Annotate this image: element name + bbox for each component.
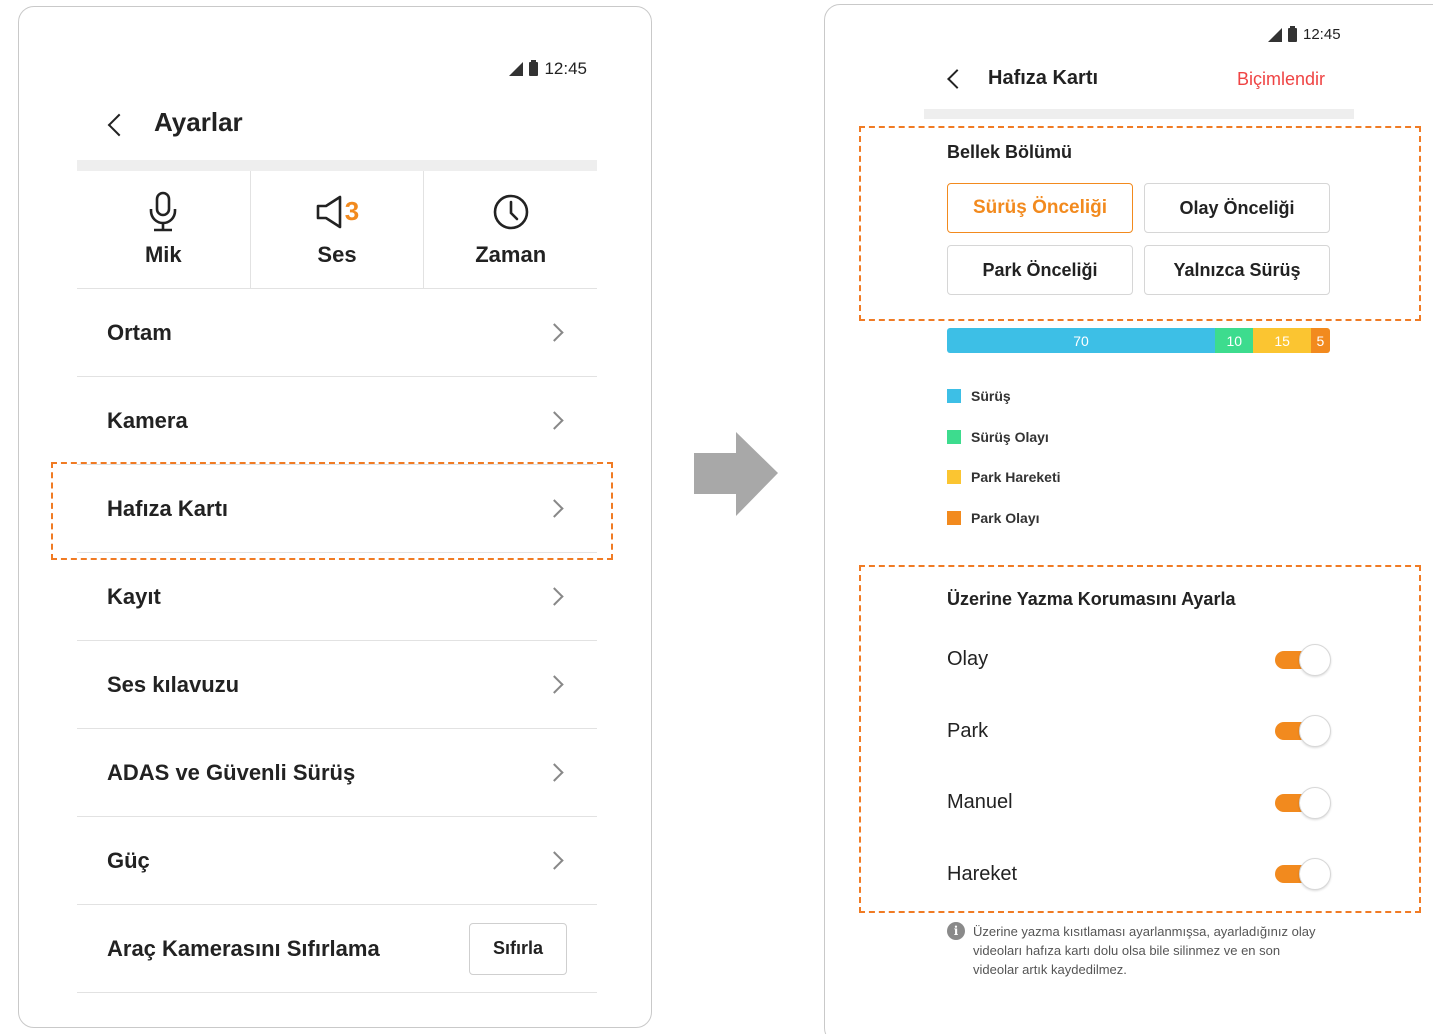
menu-item-ses-kilavuzu[interactable]: Ses kılavuzu bbox=[77, 641, 597, 729]
toggle-knob bbox=[1299, 858, 1331, 891]
legend-swatch bbox=[947, 510, 961, 525]
header-divider bbox=[77, 160, 597, 171]
menu-item-ortam[interactable]: Ortam bbox=[77, 289, 597, 377]
option-yalnizca-surus[interactable]: Yalnızca Sürüş bbox=[1144, 245, 1330, 295]
legend-swatch bbox=[947, 389, 961, 403]
format-button[interactable]: Biçimlendir bbox=[1237, 69, 1325, 90]
allocation-segment: 70 bbox=[947, 328, 1216, 353]
signal-icon bbox=[509, 62, 524, 76]
toggle-switch[interactable] bbox=[1275, 643, 1331, 676]
menu-item-label: Ortam bbox=[107, 319, 172, 345]
partition-title: Bellek Bölümü bbox=[947, 142, 1073, 162]
quick-time[interactable]: Zaman bbox=[423, 171, 597, 288]
toggle-label: Hareket bbox=[947, 862, 1018, 885]
toggle-row-park: Park bbox=[947, 696, 1331, 768]
clock-icon bbox=[491, 192, 531, 232]
menu-item-reset: Araç Kamerasını Sıfırlama Sıfırla bbox=[77, 905, 597, 993]
reset-button[interactable]: Sıfırla bbox=[469, 922, 567, 975]
arrow-right-icon bbox=[694, 432, 778, 516]
chevron-right-icon bbox=[545, 411, 564, 430]
toggle-switch[interactable] bbox=[1275, 858, 1331, 891]
legend-swatch bbox=[947, 429, 961, 444]
menu-item-label: Kamera bbox=[107, 407, 188, 433]
legend-item: Sürüş Olayı bbox=[947, 429, 1061, 445]
info-text: Üzerine yazma kısıtlaması ayarlanmışsa, … bbox=[973, 924, 1316, 977]
legend-item: Park Olayı bbox=[947, 510, 1061, 526]
chevron-right-icon bbox=[545, 763, 564, 782]
option-olay-onceligi[interactable]: Olay Önceliği bbox=[1144, 183, 1330, 233]
highlight-hafiza-karti bbox=[51, 462, 613, 560]
toggle-knob bbox=[1299, 643, 1331, 676]
toggle-label: Manuel bbox=[947, 791, 1013, 814]
speaker-group: 3 bbox=[315, 192, 359, 232]
status-bar: 12:45 bbox=[509, 59, 587, 79]
quick-mic[interactable]: Mik bbox=[77, 171, 250, 288]
legend-item: Sürüş bbox=[947, 388, 1061, 404]
highlight-partition bbox=[859, 126, 1421, 321]
chevron-right-icon bbox=[545, 323, 564, 342]
toggle-row-hareket: Hareket bbox=[947, 839, 1331, 911]
header-divider bbox=[924, 109, 1354, 119]
quick-sound[interactable]: 3 Ses bbox=[249, 171, 424, 288]
option-surus-onceligi[interactable]: Sürüş Önceliği bbox=[947, 183, 1133, 233]
settings-menu: Ortam Kamera Hafıza Kartı Kayıt Ses kıla… bbox=[77, 289, 597, 993]
toggle-switch[interactable] bbox=[1275, 786, 1331, 819]
legend-item: Park Hareketi bbox=[947, 469, 1061, 485]
allocation-segment: 5 bbox=[1310, 328, 1330, 353]
legend-label: Sürüş bbox=[971, 388, 1011, 404]
battery-icon bbox=[529, 60, 539, 76]
back-icon[interactable] bbox=[107, 113, 131, 137]
chevron-right-icon bbox=[545, 587, 564, 606]
toggle-knob bbox=[1299, 715, 1331, 748]
menu-item-label: Güç bbox=[107, 847, 150, 873]
allocation-bar: 70 10 15 5 bbox=[947, 328, 1330, 353]
protection-toggles: Olay Park Manuel Hareket bbox=[947, 624, 1331, 910]
toggle-row-olay: Olay bbox=[947, 624, 1331, 696]
speaker-icon bbox=[316, 195, 342, 228]
menu-item-kayit[interactable]: Kayıt bbox=[77, 553, 597, 641]
legend-label: Park Hareketi bbox=[971, 469, 1061, 485]
info-note: i Üzerine yazma kısıtlaması ayarlanmışsa… bbox=[947, 922, 1327, 979]
menu-item-label: Araç Kamerasını Sıfırlama bbox=[107, 935, 380, 961]
quick-settings: Mik 3 Ses Zaman bbox=[77, 171, 597, 289]
status-time: 12:45 bbox=[544, 59, 587, 78]
microphone-icon bbox=[146, 191, 180, 232]
allocation-segment: 10 bbox=[1215, 328, 1254, 353]
chevron-right-icon bbox=[545, 851, 564, 870]
signal-icon bbox=[1268, 27, 1282, 42]
toggle-row-manuel: Manuel bbox=[947, 767, 1331, 839]
menu-item-guc[interactable]: Güç bbox=[77, 817, 597, 905]
menu-item-label: Kayıt bbox=[107, 583, 161, 609]
allocation-segment: 15 bbox=[1253, 328, 1311, 353]
quick-time-label: Zaman bbox=[475, 241, 547, 267]
menu-item-label: ADAS ve Güvenli Sürüş bbox=[107, 759, 356, 785]
page-title: Ayarlar bbox=[154, 107, 243, 137]
info-icon: i bbox=[947, 922, 965, 940]
allocation-legend: Sürüş Sürüş Olayı Park Hareketi Park Olayı bbox=[947, 388, 1061, 550]
legend-swatch bbox=[947, 470, 961, 484]
toggle-label: Park bbox=[947, 719, 989, 742]
status-time: 12:45 bbox=[1303, 26, 1341, 43]
option-park-onceligi[interactable]: Park Önceliği bbox=[947, 245, 1133, 295]
page-title: Hafıza Kartı bbox=[988, 67, 1099, 89]
chevron-right-icon bbox=[545, 675, 564, 694]
menu-item-label: Ses kılavuzu bbox=[107, 671, 240, 697]
toggle-knob bbox=[1299, 786, 1331, 819]
volume-badge: 3 bbox=[344, 196, 360, 226]
legend-label: Sürüş Olayı bbox=[971, 428, 1049, 445]
toggle-label: Olay bbox=[947, 648, 989, 671]
status-bar: 12:45 bbox=[1268, 25, 1341, 43]
toggle-switch[interactable] bbox=[1275, 715, 1331, 748]
quick-mic-label: Mik bbox=[144, 241, 182, 267]
protection-title: Üzerine Yazma Korumasını Ayarla bbox=[947, 589, 1236, 609]
quick-sound-label: Ses bbox=[317, 241, 357, 267]
legend-label: Park Olayı bbox=[971, 509, 1040, 526]
menu-item-kamera[interactable]: Kamera bbox=[77, 377, 597, 465]
battery-icon bbox=[1288, 25, 1297, 42]
menu-item-adas[interactable]: ADAS ve Güvenli Sürüş bbox=[77, 729, 597, 817]
